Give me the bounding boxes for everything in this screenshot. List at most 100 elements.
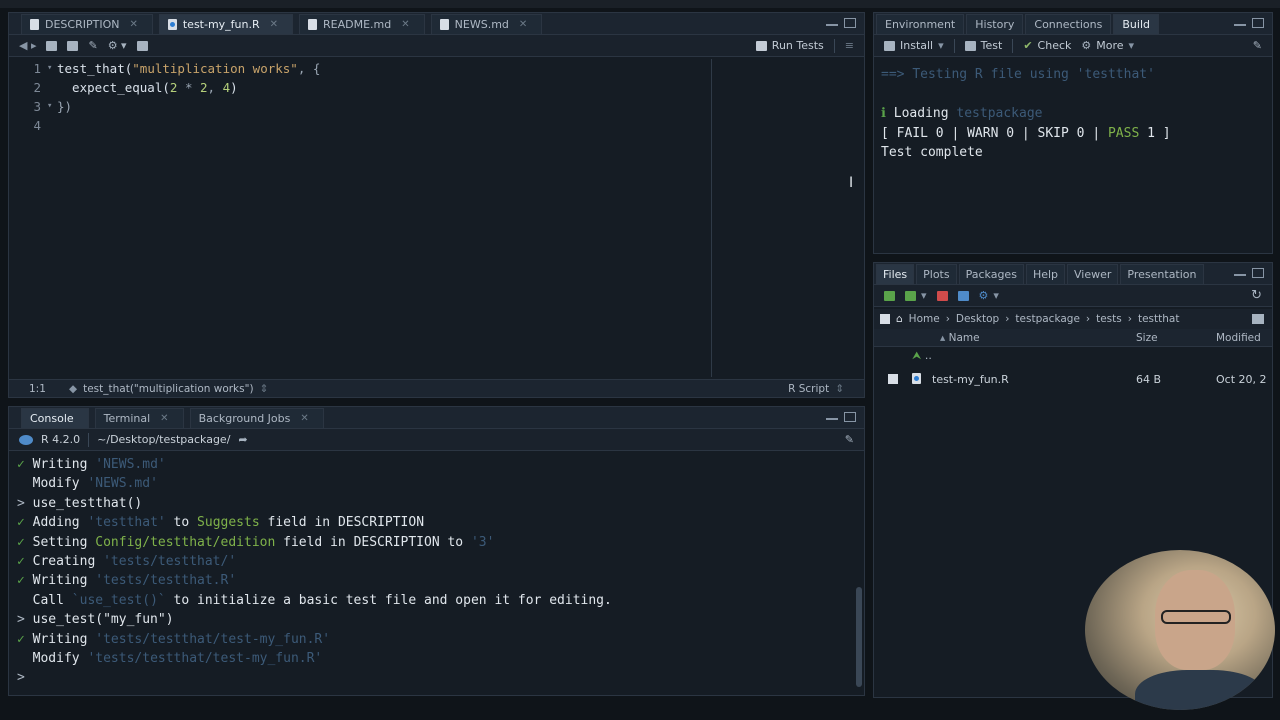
tab-history[interactable]: History (966, 14, 1024, 34)
minimize-icon[interactable] (1234, 268, 1246, 276)
fold-toggle-icon[interactable] (47, 116, 57, 135)
code-line[interactable]: 2 expect_equal(2 * 2, 4) (9, 78, 709, 97)
file-icon (30, 19, 39, 30)
breadcrumb-item[interactable]: Desktop (956, 313, 999, 325)
maximize-icon[interactable] (844, 412, 856, 422)
tab-console[interactable]: Console (21, 408, 89, 428)
install-button[interactable]: Install ▾ (884, 39, 944, 52)
minimize-icon[interactable] (1234, 18, 1246, 26)
check-button[interactable]: ✔ Check (1023, 39, 1071, 52)
tab-environment[interactable]: Environment (876, 14, 965, 34)
build-pane: Environment History Connections Build In… (873, 12, 1273, 254)
new-blank-file-button[interactable]: ▾ (905, 289, 927, 302)
output-token: use_test("my_fun") (32, 612, 174, 628)
delete-icon[interactable] (936, 290, 948, 301)
tab-presentation[interactable]: Presentation (1120, 264, 1204, 284)
console-output[interactable]: ✓ Writing 'NEWS.md' Modify 'NEWS.md' > us… (9, 451, 864, 688)
parent-directory-row[interactable]: ⮝ .. (912, 349, 932, 363)
output-token: use_testthat() (32, 495, 143, 511)
tab-build[interactable]: Build (1113, 14, 1159, 34)
back-forward-button[interactable]: ◀ ▸ (19, 39, 36, 52)
fold-toggle-icon[interactable]: ▾ (47, 97, 57, 116)
tab-news[interactable]: NEWS.md ✕ (430, 14, 543, 34)
minimize-icon[interactable] (826, 412, 838, 420)
maximize-icon[interactable] (844, 18, 856, 28)
go-to-directory-icon[interactable] (1252, 314, 1264, 324)
tab-plots[interactable]: Plots (916, 264, 957, 284)
code-tools-icon[interactable]: ⚙ ▾ (108, 39, 127, 52)
close-icon[interactable]: ✕ (270, 19, 278, 30)
tab-description[interactable]: DESCRIPTION ✕ (21, 14, 153, 34)
breadcrumb-item[interactable]: tests (1096, 313, 1122, 325)
breadcrumb-item[interactable]: Home (909, 313, 940, 325)
new-folder-icon[interactable] (884, 290, 895, 301)
close-icon[interactable]: ✕ (401, 19, 409, 30)
close-icon[interactable]: ✕ (129, 19, 137, 30)
show-in-window-icon[interactable] (46, 40, 58, 51)
test-button[interactable]: Test (964, 39, 1002, 52)
output-line: Modify 'tests/testthat/test-my_fun.R' (9, 649, 864, 668)
output-token: 'NEWS.md' (95, 457, 166, 472)
code-line[interactable]: 4 (9, 116, 709, 135)
output-token: ✓ (17, 573, 33, 589)
code-token: "multiplication works" (132, 61, 298, 76)
tab-readme[interactable]: README.md ✕ (299, 14, 425, 34)
maximize-icon[interactable] (1252, 268, 1264, 278)
tab-test-my-fun[interactable]: test-my_fun.R ✕ (158, 14, 294, 34)
code-line[interactable]: 3 ▾}) (9, 97, 709, 116)
language-chevron-icon: ⇕ (835, 382, 844, 395)
function-context[interactable]: test_that("multiplication works") (83, 383, 253, 395)
more-button[interactable]: ⚙ More ▾ (1081, 39, 1134, 52)
clear-build-icon[interactable]: ✎ (1253, 39, 1262, 52)
up-arrow-icon: ⮝ (912, 349, 922, 362)
file-name[interactable]: test-my_fun.R (932, 373, 1009, 386)
more-file-commands-button[interactable]: ⚙ ▾ (979, 289, 999, 302)
row-checkbox[interactable] (888, 374, 898, 384)
console-scrollbar[interactable] (856, 587, 862, 687)
tab-terminal[interactable]: Terminal ✕ (94, 408, 184, 428)
column-header-size[interactable]: Size (1136, 332, 1158, 344)
output-token: 'tests/testthat.R' (95, 573, 237, 589)
cursor-position: 1:1 (29, 382, 46, 395)
clear-console-icon[interactable]: ✎ (845, 433, 854, 446)
column-header-name[interactable]: ▴ Name (940, 332, 980, 344)
close-icon[interactable]: ✕ (160, 413, 168, 424)
tab-background-jobs[interactable]: Background Jobs ✕ (189, 408, 324, 428)
select-all-checkbox[interactable] (880, 314, 890, 324)
fold-toggle-icon[interactable]: ▾ (47, 59, 57, 78)
output-token: testpackage (956, 106, 1043, 121)
column-header-modified[interactable]: Modified (1216, 332, 1261, 344)
build-window-controls (1234, 18, 1264, 28)
run-tests-button[interactable]: Run Tests (755, 39, 824, 52)
minimize-icon[interactable] (826, 18, 838, 26)
tab-connections[interactable]: Connections (1025, 14, 1112, 34)
code-area[interactable]: 1 ▾ test_that("multiplication works", {2 e… (9, 59, 709, 377)
rename-icon[interactable] (957, 290, 969, 301)
go-to-directory-icon[interactable]: ➦ (238, 433, 247, 446)
tab-files[interactable]: Files (876, 264, 915, 284)
breadcrumb-item[interactable]: testpackage (1015, 313, 1080, 325)
fold-toggle-icon[interactable] (47, 78, 57, 97)
table-row[interactable]: test-my_fun.R 64 B Oct 20, 2 (874, 369, 1272, 391)
close-icon[interactable]: ✕ (519, 19, 527, 30)
code-line[interactable]: 1 ▾ test_that("multiplication works", { (9, 59, 709, 78)
home-icon[interactable]: ⌂ (896, 313, 903, 325)
editor-statusbar: 1:1 ◆ test_that("multiplication works") … (9, 379, 864, 397)
tab-help[interactable]: Help (1025, 264, 1066, 284)
output-token: Setting (32, 534, 96, 550)
breadcrumb: ⌂ Home › Desktop › testpackage › tests › testtha… (874, 309, 1272, 329)
breadcrumb-item[interactable]: testthat (1138, 313, 1180, 325)
save-icon[interactable] (67, 40, 79, 51)
tab-packages[interactable]: Packages (958, 264, 1024, 284)
output-line: [ FAIL 0 | WARN 0 | SKIP 0 | PASS 1 ] (874, 124, 1272, 144)
refresh-icon[interactable]: ↻ (1251, 288, 1262, 303)
language-mode[interactable]: R Script (788, 383, 829, 395)
output-line: ✓ Adding 'testthat' to Suggests field in… (9, 513, 864, 532)
outline-toggle-icon[interactable]: ≡ (845, 39, 854, 52)
document-outline-icon[interactable] (136, 40, 148, 51)
console-toolbar: R 4.2.0 ~/Desktop/testpackage/ ➦ ✎ (9, 429, 864, 451)
maximize-icon[interactable] (1252, 18, 1264, 28)
find-replace-icon[interactable]: ✎ (88, 39, 97, 52)
tab-viewer[interactable]: Viewer (1067, 264, 1119, 284)
close-icon[interactable]: ✕ (300, 413, 308, 424)
